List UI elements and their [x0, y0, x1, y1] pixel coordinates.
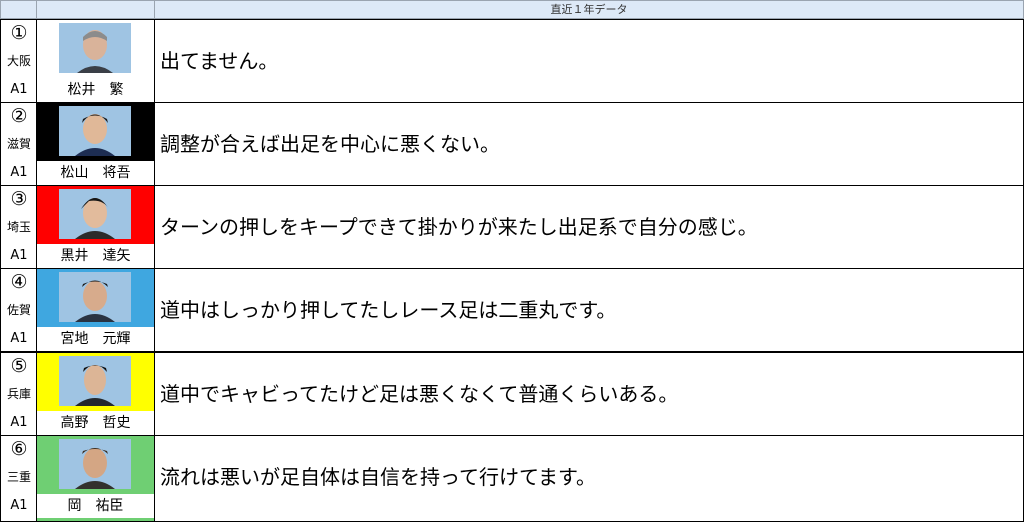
prefecture: 佐賀	[6, 303, 31, 317]
racer-comment: ターンの押しをキープできて掛かりが来たし出足系で自分の感じ。	[160, 215, 758, 239]
lane-cell: ③ 埼玉 A1	[0, 185, 37, 269]
lane-number: ②	[10, 105, 28, 127]
racer-photo	[59, 23, 131, 73]
racer-cell: 松山 将吾	[36, 102, 155, 186]
header-title: 直近１年データ	[154, 0, 1024, 19]
racer-photo	[59, 189, 131, 239]
racer-row: ① 大阪 A1 松井 繁 出てません。	[0, 19, 1024, 103]
racer-row: ④ 佐賀 A1 宮地 元輝 道中はしっかり押してたしレース足は二重丸です。	[0, 268, 1024, 352]
racer-row: ③ 埼玉 A1 黒井 達矢 ターンの押しをキープできて掛かりが来たし出足系で自分…	[0, 185, 1024, 269]
prefecture: 三重	[6, 470, 31, 484]
lane-cell: ⑥ 三重 A1	[0, 435, 37, 522]
header-blank-cell	[36, 0, 155, 19]
lane-number: ⑥	[10, 438, 28, 460]
racer-comment-table: 直近１年データ ① 大阪 A1 松井 繁 出てません。 ② 滋賀 A1 松山 将…	[0, 0, 1024, 522]
racer-photo	[59, 356, 131, 406]
lane-cell: ④ 佐賀 A1	[0, 268, 37, 352]
comment-cell: 道中でキャビってたけど足は悪くなくて普通くらいある。	[154, 352, 1024, 436]
racer-comment: 道中はしっかり押してたしレース足は二重丸です。	[160, 298, 617, 322]
lane-cell: ⑤ 兵庫 A1	[0, 352, 37, 436]
racer-name: 高野 哲史	[37, 411, 154, 435]
racer-cell: 高野 哲史	[36, 352, 155, 436]
racer-class: A1	[10, 82, 28, 97]
racer-class: A1	[10, 165, 28, 180]
racer-class: A1	[10, 498, 28, 513]
prefecture: 兵庫	[6, 387, 31, 401]
racer-cell: 宮地 元輝	[36, 268, 155, 352]
lane-cell: ② 滋賀 A1	[0, 102, 37, 186]
prefecture: 大阪	[6, 54, 31, 68]
racer-cell: 松井 繁	[36, 19, 155, 103]
racer-photo	[59, 106, 131, 156]
racer-photo	[59, 272, 131, 322]
comment-cell: 道中はしっかり押してたしレース足は二重丸です。	[154, 268, 1024, 352]
racer-class: A1	[10, 331, 28, 346]
comment-cell: 流れは悪いが足自体は自信を持って行けてます。	[154, 435, 1024, 522]
prefecture: 埼玉	[6, 220, 31, 234]
racer-photo	[59, 439, 131, 489]
racer-cell: 岡 祐臣	[36, 435, 155, 522]
racer-comment: 出てません。	[160, 49, 279, 73]
racer-class: A1	[10, 415, 28, 430]
racer-name: 宮地 元輝	[37, 327, 154, 351]
racer-name: 岡 祐臣	[37, 494, 154, 518]
racer-name: 松山 将吾	[37, 161, 154, 185]
racer-cell: 黒井 達矢	[36, 185, 155, 269]
header-blank-cell	[0, 0, 37, 19]
racer-row: ② 滋賀 A1 松山 将吾 調整が合えば出足を中心に悪くない。	[0, 102, 1024, 186]
racer-row: ⑥ 三重 A1 岡 祐臣 流れは悪いが足自体は自信を持って行けてます。	[0, 435, 1024, 522]
lane-number: ⑤	[10, 355, 28, 377]
racer-name: 松井 繁	[37, 78, 154, 102]
lane-cell: ① 大阪 A1	[0, 19, 37, 103]
prefecture: 滋賀	[6, 137, 31, 151]
racer-comment: 流れは悪いが足自体は自信を持って行けてます。	[160, 465, 596, 489]
racer-comment: 調整が合えば出足を中心に悪くない。	[160, 132, 500, 156]
comment-cell: 出てません。	[154, 19, 1024, 103]
lane-number: ③	[10, 188, 28, 210]
racer-name: 黒井 達矢	[37, 244, 154, 268]
racer-comment: 道中でキャビってたけど足は悪くなくて普通くらいある。	[160, 382, 679, 406]
lane-number: ④	[10, 271, 28, 293]
lane-number: ①	[10, 22, 28, 44]
racer-class: A1	[10, 248, 28, 263]
racer-row: ⑤ 兵庫 A1 高野 哲史 道中でキャビってたけど足は悪くなくて普通くらいある。	[0, 352, 1024, 436]
comment-cell: ターンの押しをキープできて掛かりが来たし出足系で自分の感じ。	[154, 185, 1024, 269]
comment-cell: 調整が合えば出足を中心に悪くない。	[154, 102, 1024, 186]
